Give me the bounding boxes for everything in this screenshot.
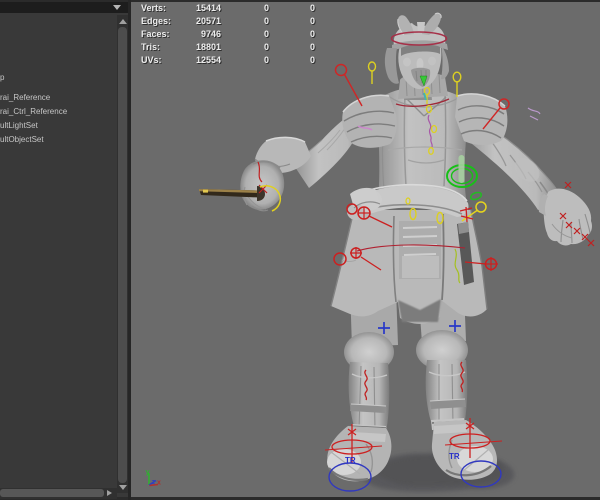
svg-text:TR: TR: [449, 452, 460, 461]
svg-text:TR: TR: [345, 456, 356, 465]
svg-text:z: z: [152, 479, 156, 486]
svg-text:x: x: [157, 480, 161, 487]
